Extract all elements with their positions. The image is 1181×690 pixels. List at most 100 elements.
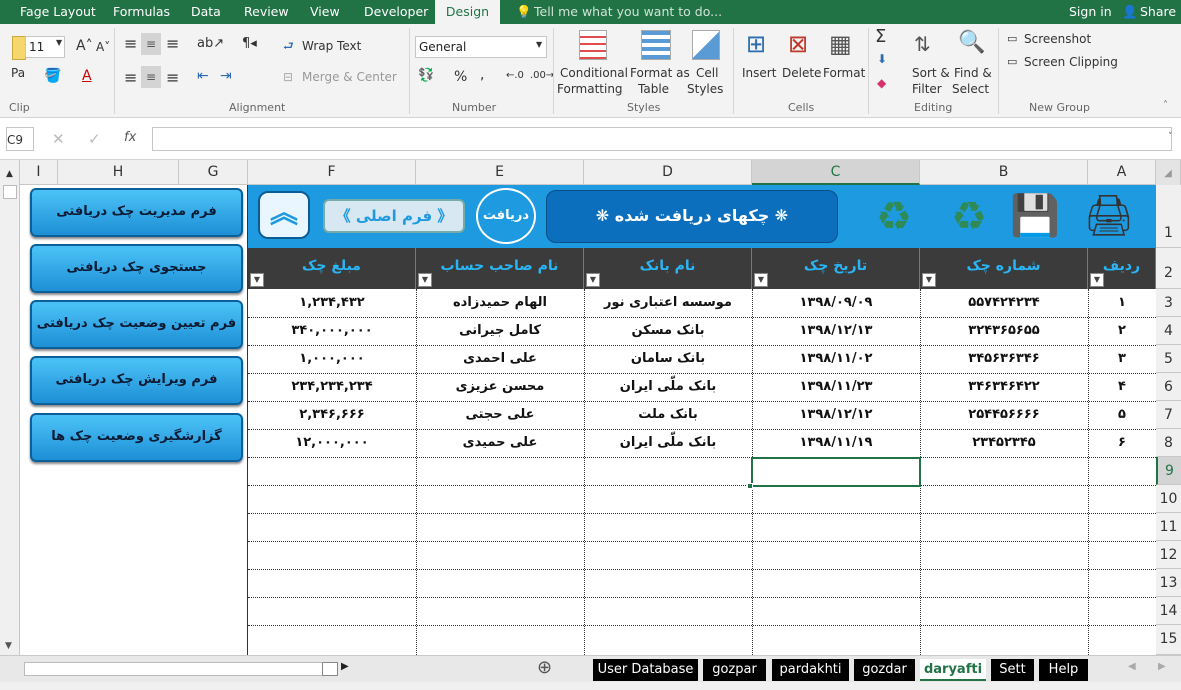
cell-account-holder[interactable]: الهام حمیدزاده	[416, 289, 584, 317]
collapse-ribbon-icon[interactable]: ˄	[1163, 100, 1168, 111]
find-select-label-1[interactable]: Find &	[954, 66, 992, 80]
row-header-3[interactable]: 3	[1156, 289, 1181, 317]
row-header-6[interactable]: 6	[1156, 373, 1181, 401]
paste-label[interactable]: Pa	[11, 66, 25, 80]
cell-check-date[interactable]: ۱۳۹۸/۰۹/۰۹	[752, 289, 920, 317]
number-format-select[interactable]: General	[415, 36, 547, 58]
set-check-status-button[interactable]: فرم تعیین وضعیت چک دریافتی	[30, 300, 243, 349]
menu-formulas[interactable]: Formulas	[113, 0, 170, 24]
col-header-e[interactable]: E	[416, 160, 584, 185]
comma-style-icon[interactable]: ,	[480, 67, 484, 83]
cell-row-number[interactable]: ۵	[1088, 401, 1156, 429]
tab-help[interactable]: Help	[1039, 659, 1088, 681]
cell-check-number[interactable]: ۳۴۵۶۳۶۳۴۶	[920, 345, 1088, 373]
align-middle-icon[interactable]: ≡	[141, 33, 161, 55]
new-sheet-icon[interactable]: ⊕	[537, 657, 552, 678]
menu-review[interactable]: Review	[244, 0, 289, 24]
col-header-g[interactable]: G	[179, 160, 248, 185]
align-top-icon[interactable]: ≡	[124, 34, 139, 53]
menu-design[interactable]: Design	[435, 0, 500, 24]
tab-pardakhti[interactable]: pardakhti	[772, 659, 849, 681]
cell-check-number[interactable]: ۳۲۴۳۶۵۶۵۵	[920, 317, 1088, 345]
check-status-report-button[interactable]: گزارشگیری وضعیت چک ها	[30, 413, 243, 462]
cell-row-number[interactable]: ۲	[1088, 317, 1156, 345]
delete-button[interactable]: Delete	[782, 66, 821, 80]
row-header-13[interactable]: 13	[1156, 569, 1181, 597]
merge-center-button[interactable]: Merge & Center	[302, 70, 397, 84]
cell-row-number[interactable]: ۶	[1088, 429, 1156, 457]
row-header-9[interactable]: 9	[1156, 457, 1181, 485]
format-as-table-label-1[interactable]: Format as	[630, 66, 690, 80]
menu-page-layout[interactable]: Fage Layout	[20, 0, 96, 24]
cell-account-holder[interactable]: علی حمیدی	[416, 429, 584, 457]
conditional-formatting-label-1[interactable]: Conditional	[560, 66, 628, 80]
wrap-text-button[interactable]: Wrap Text	[302, 39, 361, 53]
cell-row-number[interactable]: ۳	[1088, 345, 1156, 373]
filter-dropdown-icon[interactable]: ▼	[1090, 273, 1104, 287]
row-header-12[interactable]: 12	[1156, 541, 1181, 569]
format-button[interactable]: Format	[823, 66, 865, 80]
vertical-scrollbar[interactable]: ▼	[0, 185, 20, 655]
scroll-thumb[interactable]	[3, 185, 17, 199]
filter-dropdown-icon[interactable]: ▼	[754, 273, 768, 287]
selected-cell-c9[interactable]	[751, 457, 921, 487]
menu-developer[interactable]: Developer	[364, 0, 428, 24]
col-header-h[interactable]: H	[58, 160, 179, 185]
format-as-table-label-2[interactable]: Table	[638, 82, 669, 96]
filter-dropdown-icon[interactable]: ▼	[586, 273, 600, 287]
cell-check-date[interactable]: ۱۳۹۸/۱۲/۱۳	[752, 317, 920, 345]
insert-function-icon[interactable]: fx	[124, 130, 136, 145]
align-right-icon[interactable]: ≡	[166, 68, 179, 87]
align-bottom-icon[interactable]: ≡	[166, 34, 179, 53]
col-header-i[interactable]: I	[20, 160, 58, 185]
tell-me-input[interactable]: Tell me what you want to do...	[534, 0, 722, 24]
cell-check-number[interactable]: ۳۴۶۳۴۶۴۲۲	[920, 373, 1088, 401]
decrease-indent-icon[interactable]: ⇤	[197, 68, 209, 84]
cell-row-number[interactable]: ۱	[1088, 289, 1156, 317]
fill-color-icon[interactable]: 🪣	[44, 68, 61, 84]
scroll-right-icon[interactable]: ▶	[341, 661, 349, 672]
cell-check-date[interactable]: ۱۳۹۸/۱۱/۰۲	[752, 345, 920, 373]
cell-styles-label-1[interactable]: Cell	[696, 66, 718, 80]
manage-received-check-button[interactable]: فرم مدیریت چک دریافتی	[30, 188, 243, 237]
tab-scroll-right-icon[interactable]: ▶	[1158, 661, 1166, 672]
sort-filter-label-2[interactable]: Filter	[912, 82, 942, 96]
printer-icon[interactable]: 🖨	[1074, 189, 1144, 243]
col-header-a[interactable]: A	[1088, 160, 1156, 185]
scroll-up-corner[interactable]: ▲	[0, 160, 20, 185]
cell-amount[interactable]: ۲۳۴,۲۳۴,۲۳۴	[248, 373, 416, 401]
cell-account-holder[interactable]: علی حجتی	[416, 401, 584, 429]
cell-amount[interactable]: ۱۲,۰۰۰,۰۰۰	[248, 429, 416, 457]
filter-dropdown-icon[interactable]: ▼	[922, 273, 936, 287]
cell-bank[interactable]: بانک ملّی ایران	[584, 373, 752, 401]
save-icon[interactable]: 💾	[1008, 189, 1062, 243]
scroll-top-icon[interactable]: ︽	[258, 191, 310, 239]
decrease-decimal-icon[interactable]: .00→	[530, 70, 554, 81]
cell-account-holder[interactable]: علی احمدی	[416, 345, 584, 373]
chevron-down-icon[interactable]: ˅	[1168, 132, 1173, 142]
rtl-direction-icon[interactable]: ¶◂	[242, 36, 257, 51]
main-form-button[interactable]: 《 فرم اصلی 》	[323, 199, 465, 233]
horizontal-scrollbar[interactable]	[24, 662, 324, 676]
accounting-format-icon[interactable]: 💱	[418, 68, 434, 83]
col-header-d[interactable]: D	[584, 160, 752, 185]
col-header-c[interactable]: C	[752, 160, 920, 185]
col-header-f[interactable]: F	[248, 160, 416, 185]
cell-check-date[interactable]: ۱۳۹۸/۱۲/۱۲	[752, 401, 920, 429]
recycle-bin-full-icon[interactable]: ♻	[866, 191, 922, 243]
search-received-check-button[interactable]: جستجوی چک دریافتی	[30, 244, 243, 293]
tab-scroll-left-icon[interactable]: ◀	[1128, 661, 1136, 672]
cell-check-number[interactable]: ۵۵۷۴۲۴۲۳۴	[920, 289, 1088, 317]
row-header-2[interactable]: 2	[1156, 248, 1181, 289]
cell-amount[interactable]: ۱,۰۰۰,۰۰۰	[248, 345, 416, 373]
screen-clipping-button[interactable]: Screen Clipping	[1024, 55, 1118, 69]
menu-view[interactable]: View	[310, 0, 340, 24]
increase-indent-icon[interactable]: ⇥	[220, 68, 232, 84]
fill-icon[interactable]: ⬇	[877, 52, 887, 66]
row-header-14[interactable]: 14	[1156, 597, 1181, 625]
row-header-8[interactable]: 8	[1156, 429, 1181, 457]
filter-dropdown-icon[interactable]: ▼	[250, 273, 264, 287]
tab-gozdar[interactable]: gozdar	[854, 659, 915, 681]
cell-check-date[interactable]: ۱۳۹۸/۱۱/۱۹	[752, 429, 920, 457]
share-button[interactable]: Share	[1140, 0, 1176, 24]
